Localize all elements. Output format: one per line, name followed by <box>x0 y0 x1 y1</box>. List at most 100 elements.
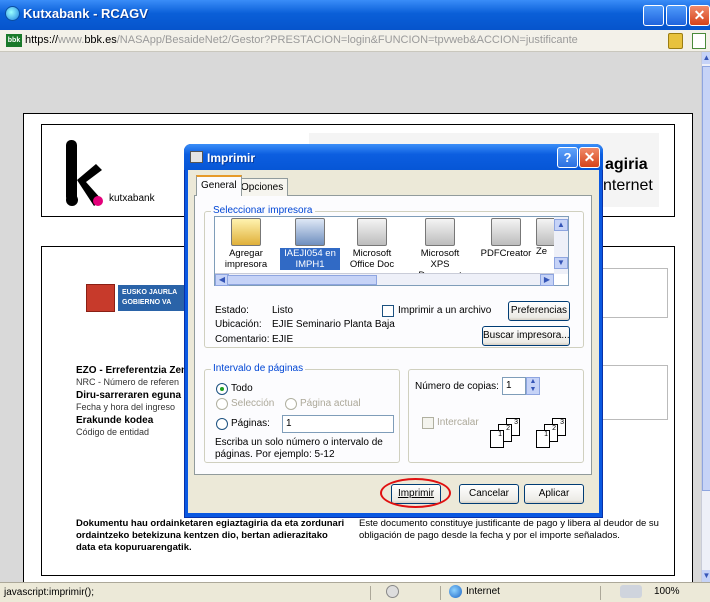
copies-spinner[interactable]: ▲ ▼ <box>526 377 540 395</box>
security-zone: Internet <box>466 586 500 597</box>
dialog-close-button[interactable]: ✕ <box>579 147 600 168</box>
range-pages-radio[interactable] <box>216 418 228 430</box>
field-label: Fecha y hora del ingreso <box>76 402 176 412</box>
page-scrollbar[interactable]: ▲ ▼ <box>701 52 710 582</box>
location-value: EJIE Seminario Planta Baja <box>272 319 395 330</box>
gov-logo-text: EUSKO JAURLA GOBIERNO VA <box>118 285 188 311</box>
printer-icon <box>357 218 387 246</box>
url-prefix: www. <box>58 34 85 46</box>
range-current-label[interactable]: Página actual <box>300 398 361 409</box>
range-selection-label[interactable]: Selección <box>231 398 274 409</box>
range-current-radio[interactable] <box>285 398 297 410</box>
range-pages-label[interactable]: Páginas: <box>231 418 270 429</box>
printer-label: Ze <box>536 246 548 257</box>
printer-label: IAEJI054 en IMPH1 <box>280 248 340 270</box>
collate-pages-icon: 3 2 1 <box>490 418 532 450</box>
network-printer-icon <box>295 218 325 246</box>
lock-icon[interactable] <box>668 33 683 49</box>
printer-label: Microsoft Office Doc <box>349 248 395 270</box>
address-bar[interactable]: bbk https://www.bbk.es/NASApp/BesaideNet… <box>0 30 710 52</box>
page-range-title: Intervalo de páginas <box>211 363 306 374</box>
collate-label[interactable]: Intercalar <box>437 417 479 428</box>
tab-opciones[interactable]: Opciones <box>236 178 289 196</box>
zoom-level[interactable]: 100% <box>654 586 680 597</box>
printer-list-vscroll[interactable]: ▲ ▼ <box>554 217 568 274</box>
kutxabank-logo <box>66 140 103 206</box>
scroll-up-icon[interactable]: ▲ <box>702 52 710 64</box>
footer-text-basque: Dokumentu hau ordainketaren egiaztagiria… <box>76 518 345 553</box>
hscroll-thumb[interactable] <box>227 275 377 285</box>
add-printer-icon <box>231 218 261 246</box>
printer-item-selected[interactable]: IAEJI054 en IMPH1 <box>280 218 340 270</box>
comment-value: EJIE <box>272 334 294 345</box>
field-label: EZO - Erreferentzia Zen <box>76 365 188 376</box>
receipt-side-panel <box>598 268 668 318</box>
close-window-button[interactable]: ✕ <box>689 5 710 26</box>
url-path: /NASApp/BesaideNet2/Gestor?PRESTACION=lo… <box>116 34 578 46</box>
cancel-button[interactable]: Cancelar <box>459 484 519 504</box>
scroll-down-icon[interactable]: ▼ <box>702 570 710 582</box>
status-text: javascript:imprimir(); <box>4 587 94 598</box>
printer-icon <box>536 218 556 246</box>
printer-label: Agregar impresora <box>224 248 268 270</box>
apply-button[interactable]: Aplicar <box>524 484 584 504</box>
preferences-button[interactable]: Preferencias <box>508 301 570 321</box>
printer-item[interactable]: Agregar impresora <box>216 218 276 270</box>
printer-label: PDFCreator <box>480 248 532 259</box>
window-title: Kutxabank - RCAGV <box>23 6 148 21</box>
printer-icon <box>190 151 203 163</box>
status-separator <box>440 586 441 600</box>
range-all-radio[interactable] <box>216 383 228 395</box>
status-bar: javascript:imprimir(); <box>0 582 710 602</box>
printer-item[interactable]: Microsoft Office Doc <box>342 218 402 270</box>
collate-pages-icon: 3 2 1 <box>536 418 578 450</box>
location-label: Ubicación: <box>215 319 262 330</box>
url-scheme: https:// <box>25 34 59 46</box>
field-label: NRC - Número de referen <box>76 377 180 387</box>
comment-label: Comentario: <box>215 334 270 345</box>
protected-mode-icon[interactable] <box>620 585 642 598</box>
pdf-printer-icon <box>491 218 521 246</box>
status-separator <box>370 586 371 600</box>
page-icon[interactable] <box>692 33 706 49</box>
status-value: Listo <box>272 305 294 316</box>
field-label: Diru-sarreraren eguna <box>76 390 182 401</box>
site-favicon: bbk <box>6 34 22 47</box>
field-label: Erakunde kodea <box>76 415 154 426</box>
dialog-title: Imprimir <box>207 151 256 165</box>
highlight-circle <box>380 478 451 508</box>
help-button[interactable]: ? <box>557 147 578 168</box>
scroll-thumb[interactable] <box>702 66 710 491</box>
range-selection-radio[interactable] <box>216 398 228 410</box>
status-label: Estado: <box>215 305 249 316</box>
select-printer-title: Seleccionar impresora <box>211 205 315 216</box>
printer-item[interactable]: Ze <box>536 218 556 257</box>
basque-government-seal-icon <box>86 284 115 312</box>
minimize-button[interactable] <box>643 5 664 26</box>
page-range-hint: Escriba un solo número o intervalo de pá… <box>215 437 383 460</box>
printer-item[interactable]: PDFCreator <box>476 218 536 259</box>
chevron-up-icon[interactable]: ▲ <box>554 219 568 231</box>
printer-item[interactable]: Microsoft XPS Document <box>410 218 470 281</box>
range-all-label[interactable]: Todo <box>231 383 253 394</box>
privacy-icon[interactable] <box>386 585 399 598</box>
chevron-down-icon[interactable]: ▼ <box>554 257 568 269</box>
chevron-right-icon[interactable]: ▶ <box>540 274 554 286</box>
pages-input[interactable]: 1 <box>282 415 394 433</box>
url-text[interactable]: https://www.bbk.es/NASApp/BesaideNet2/Ge… <box>25 34 578 46</box>
print-to-file-label[interactable]: Imprimir a un archivo <box>398 305 491 316</box>
receipt-side-panel-2 <box>598 365 668 420</box>
collate-checkbox[interactable] <box>422 417 434 429</box>
maximize-button[interactable] <box>666 5 687 26</box>
print-to-file-checkbox[interactable] <box>382 305 394 317</box>
window-titlebar: Kutxabank - RCAGV ✕ <box>0 0 710 30</box>
field-label: Código de entidad <box>76 427 150 437</box>
find-printer-button[interactable]: Buscar impresora... <box>482 326 570 346</box>
globe-icon <box>449 585 462 598</box>
printer-list-hscroll[interactable]: ◀ ▶ <box>215 273 554 286</box>
tab-general[interactable]: General <box>196 175 242 196</box>
printer-icon <box>425 218 455 246</box>
close-icon: ✕ <box>693 7 706 23</box>
copies-input[interactable]: 1 <box>502 377 526 395</box>
ie-icon <box>5 6 20 21</box>
